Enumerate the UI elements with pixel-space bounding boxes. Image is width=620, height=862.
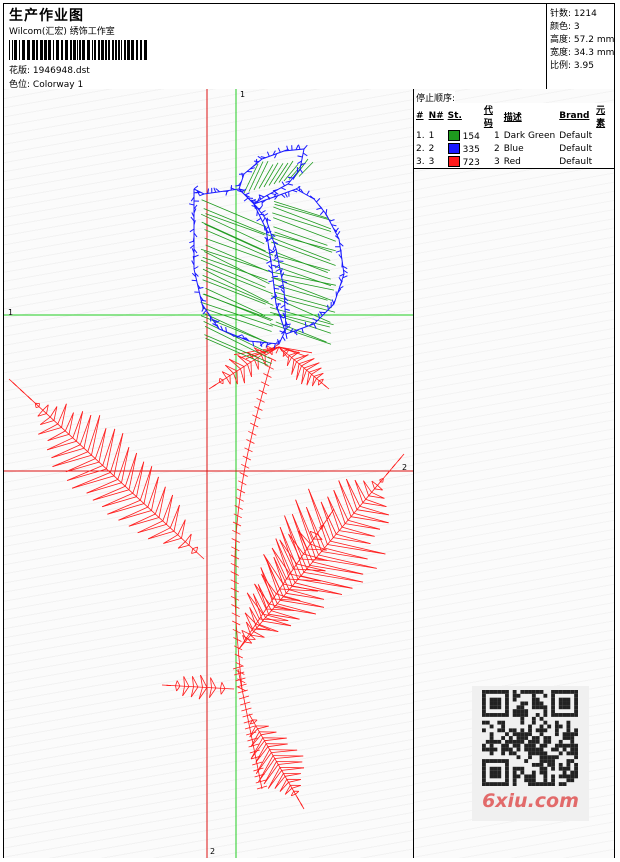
stop-sequence-table: # N# St. 代码 描述 Brand 元素 1. 1 154 1 Dark … <box>414 103 614 169</box>
stat-stitches: 针数: 1214 <box>550 6 597 19</box>
stat-height: 高度: 57.2 mm <box>550 32 614 45</box>
design-file-line: 花版: 1946948.dst <box>9 63 90 76</box>
row-description: Dark Green <box>502 129 557 142</box>
row-stitches: 335 <box>446 142 482 155</box>
stat-scale: 比例: 3.95 <box>550 58 594 71</box>
embroidery-preview: 1 1 2 2 <box>4 89 414 858</box>
table-row: 1. 1 154 1 Dark Green Default <box>414 129 614 142</box>
row-element <box>594 155 614 169</box>
col-needle: N# <box>427 103 446 129</box>
row-num: 1. <box>414 129 427 142</box>
row-code: 3 <box>482 155 502 169</box>
row-stitches: 154 <box>446 129 482 142</box>
red-guide-label-bottom: 2 <box>210 847 215 856</box>
row-needle: 3 <box>427 155 446 169</box>
row-code: 2 <box>482 142 502 155</box>
row-brand: Default <box>557 129 594 142</box>
row-element <box>594 142 614 155</box>
col-description: 描述 <box>502 103 557 129</box>
worksheet-header: 生产作业图 Wilcom(汇宏) 绣饰工作室 花版: 1946948.dst 色… <box>4 4 614 90</box>
row-brand: Default <box>557 142 594 155</box>
design-stats: 针数: 1214 颜色: 3 高度: 57.2 mm 宽度: 34.3 mm 比… <box>546 4 615 89</box>
row-stitches: 723 <box>446 155 482 169</box>
stat-width: 宽度: 34.3 mm <box>550 45 614 58</box>
table-row: 2. 2 335 2 Blue Default <box>414 142 614 155</box>
watermark-text: 6xiu.com <box>472 790 589 812</box>
color-swatch <box>448 143 460 154</box>
barcode-icon <box>9 40 147 60</box>
watermark: 6xiu.com <box>472 686 589 821</box>
production-worksheet: 生产作业图 Wilcom(汇宏) 绣饰工作室 花版: 1946948.dst 色… <box>3 3 615 858</box>
row-num: 3. <box>414 155 427 169</box>
table-row: 3. 3 723 3 Red Default <box>414 155 614 169</box>
row-element <box>594 129 614 142</box>
row-brand: Default <box>557 155 594 169</box>
stat-colors: 颜色: 3 <box>550 19 580 32</box>
green-guide-label-left: 1 <box>8 308 13 317</box>
col-brand: Brand <box>557 103 594 129</box>
col-num: # <box>414 103 427 129</box>
col-element: 元素 <box>594 103 614 129</box>
rose-embroidery-drawing <box>4 89 413 858</box>
row-description: Blue <box>502 142 557 155</box>
col-code: 代码 <box>482 103 502 129</box>
row-code: 1 <box>482 129 502 142</box>
row-needle: 2 <box>427 142 446 155</box>
table-header-row: # N# St. 代码 描述 Brand 元素 <box>414 103 614 129</box>
green-guide-label-top: 1 <box>240 90 245 99</box>
row-needle: 1 <box>427 129 446 142</box>
color-swatch <box>448 156 460 167</box>
row-num: 2. <box>414 142 427 155</box>
col-stitches: St. <box>446 103 482 129</box>
qr-code-icon <box>482 690 578 786</box>
row-description: Red <box>502 155 557 169</box>
design-file-label: 花版: <box>9 66 30 76</box>
company-name: Wilcom(汇宏) 绣饰工作室 <box>9 24 115 37</box>
design-file-value: 1946948.dst <box>33 66 90 76</box>
page-title: 生产作业图 <box>9 5 84 25</box>
color-swatch <box>448 130 460 141</box>
red-guide-label-right: 2 <box>402 463 407 472</box>
